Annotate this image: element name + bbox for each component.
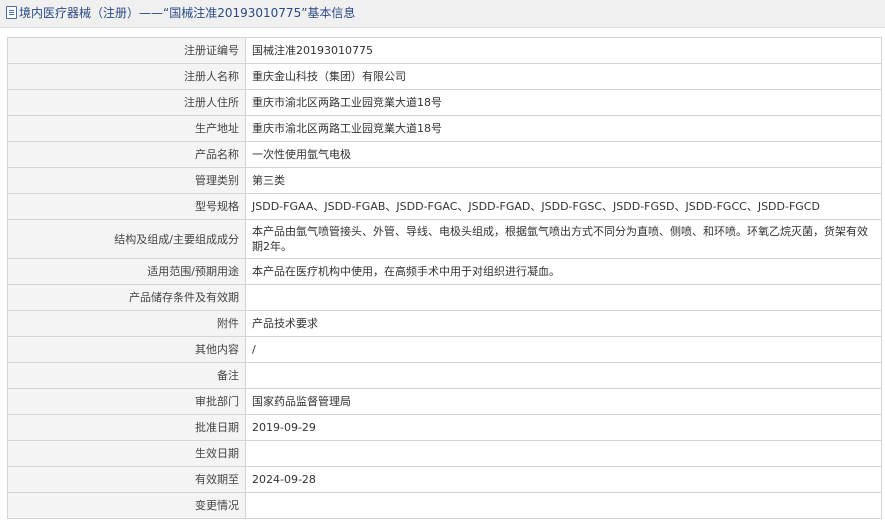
row-value: 重庆市渝北区两路工业园竞業大道18号 [245, 115, 882, 142]
row-value: 2024-09-28 [245, 466, 882, 493]
table-row: 管理类别 第三类 [7, 167, 882, 194]
row-value: 国家药品监督管理局 [245, 388, 882, 415]
row-value [245, 492, 882, 519]
row-label: 结构及组成/主要组成成分 [7, 219, 246, 259]
row-label: 变更情况 [7, 492, 246, 519]
document-icon [6, 6, 17, 19]
row-label: 生效日期 [7, 440, 246, 467]
row-value: JSDD-FGAA、JSDD-FGAB、JSDD-FGAC、JSDD-FGAD、… [245, 193, 882, 220]
table-row: 结构及组成/主要组成成分 本产品由氩气喷管接头、外管、导线、电极头组成，根据氩气… [7, 219, 882, 259]
row-value: 重庆市渝北区两路工业园竞業大道18号 [245, 89, 882, 116]
table-row: 有效期至 2024-09-28 [7, 466, 882, 493]
row-label: 批准日期 [7, 414, 246, 441]
row-value: 本产品由氩气喷管接头、外管、导线、电极头组成，根据氩气喷出方式不同分为直喷、侧喷… [245, 219, 882, 259]
row-value: 2019-09-29 [245, 414, 882, 441]
row-label: 适用范围/预期用途 [7, 258, 246, 285]
row-label: 附件 [7, 310, 246, 337]
page-title: 境内医疗器械（注册）——“国械注准20193010775”基本信息 [19, 6, 356, 20]
row-value [245, 440, 882, 467]
row-label: 注册证编号 [7, 37, 246, 64]
row-value: / [245, 336, 882, 363]
table-row: 型号规格 JSDD-FGAA、JSDD-FGAB、JSDD-FGAC、JSDD-… [7, 193, 882, 220]
row-value: 产品技术要求 [245, 310, 882, 337]
row-label: 产品名称 [7, 141, 246, 168]
table-row: 批准日期 2019-09-29 [7, 414, 882, 441]
row-value: 第三类 [245, 167, 882, 194]
row-value: 一次性使用氩气电极 [245, 141, 882, 168]
row-value [245, 284, 882, 311]
table-row: 其他内容 / [7, 336, 882, 363]
table-row: 附件 产品技术要求 [7, 310, 882, 337]
row-label: 注册人住所 [7, 89, 246, 116]
table-row: 注册证编号 国械注准20193010775 [7, 37, 882, 64]
table-row: 注册人住所 重庆市渝北区两路工业园竞業大道18号 [7, 89, 882, 116]
row-value: 国械注准20193010775 [245, 37, 882, 64]
row-value [245, 362, 882, 389]
table-row: 审批部门 国家药品监督管理局 [7, 388, 882, 415]
row-label: 其他内容 [7, 336, 246, 363]
row-label: 有效期至 [7, 466, 246, 493]
row-label: 备注 [7, 362, 246, 389]
row-value: 本产品在医疗机构中使用，在高频手术中用于对组织进行凝血。 [245, 258, 882, 285]
row-value: 重庆金山科技（集团）有限公司 [245, 63, 882, 90]
device-info-table: 注册证编号 国械注准20193010775 注册人名称 重庆金山科技（集团）有限… [7, 37, 882, 519]
row-label: 管理类别 [7, 167, 246, 194]
row-label: 注册人名称 [7, 63, 246, 90]
row-label: 生产地址 [7, 115, 246, 142]
table-row: 变更情况 [7, 492, 882, 519]
page-header: 境内医疗器械（注册）——“国械注准20193010775”基本信息 [0, 0, 885, 28]
table-row: 生产地址 重庆市渝北区两路工业园竞業大道18号 [7, 115, 882, 142]
table-row: 生效日期 [7, 440, 882, 467]
table-row: 产品名称 一次性使用氩气电极 [7, 141, 882, 168]
table-row: 产品储存条件及有效期 [7, 284, 882, 311]
row-label: 审批部门 [7, 388, 246, 415]
table-row: 注册人名称 重庆金山科技（集团）有限公司 [7, 63, 882, 90]
table-row: 备注 [7, 362, 882, 389]
table-row: 适用范围/预期用途 本产品在医疗机构中使用，在高频手术中用于对组织进行凝血。 [7, 258, 882, 285]
row-label: 型号规格 [7, 193, 246, 220]
row-label: 产品储存条件及有效期 [7, 284, 246, 311]
